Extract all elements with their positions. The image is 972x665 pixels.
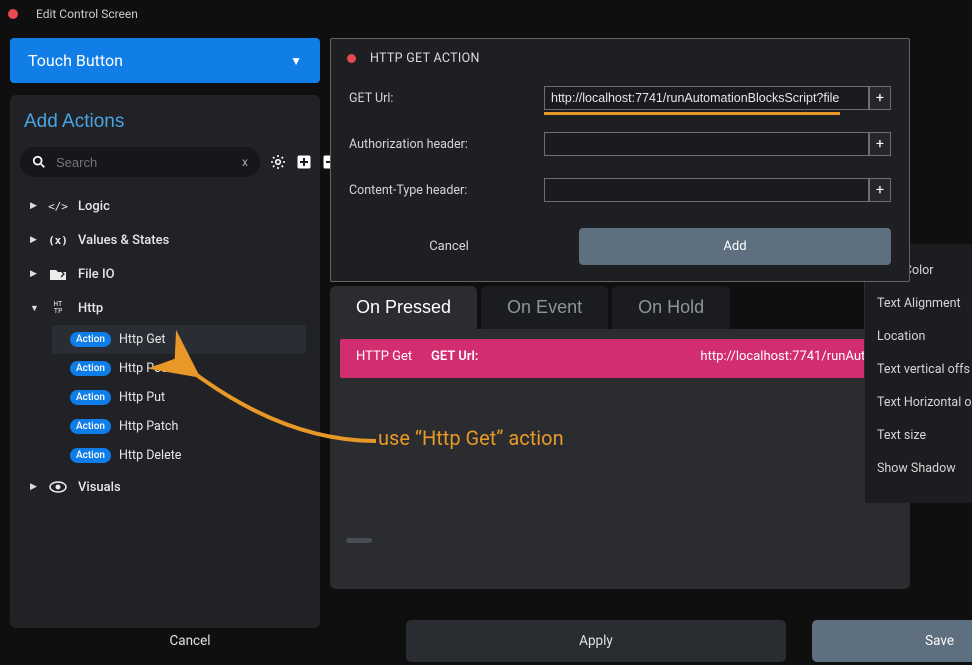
- action-badge: Action: [70, 448, 111, 463]
- clear-search-button[interactable]: x: [242, 155, 248, 169]
- prop-text-horizontal-offset[interactable]: Text Horizontal o: [877, 386, 972, 419]
- tab-on-event[interactable]: On Event: [481, 286, 608, 329]
- action-card-value: http://localhost:7741/runAutom: [700, 349, 884, 364]
- title-bar: Edit Control Screen: [0, 0, 972, 28]
- search-box[interactable]: x: [20, 147, 260, 177]
- eye-icon: [48, 479, 68, 495]
- action-badge: Action: [70, 419, 111, 434]
- chevron-right-icon: ▶: [30, 269, 38, 279]
- dialog-add-button[interactable]: Add: [579, 228, 891, 265]
- ctype-add-button[interactable]: +: [869, 178, 891, 202]
- tree-item-label: Http Delete: [119, 448, 181, 463]
- action-card-field: GET Url:: [431, 349, 478, 364]
- add-actions-heading: Add Actions: [24, 111, 310, 133]
- chevron-right-icon: ▶: [30, 235, 38, 245]
- window-title: Edit Control Screen: [36, 7, 138, 21]
- action-card-name: HTTP Get: [356, 349, 431, 364]
- dialog-title: HTTP GET ACTION: [370, 51, 480, 66]
- add-actions-panel: Add Actions x ▶ </> Logic: [10, 95, 320, 628]
- save-button[interactable]: Save: [812, 620, 972, 662]
- tree-cat-visuals[interactable]: ▶ Visuals: [20, 470, 306, 504]
- tree-cat-label: File IO: [78, 267, 115, 282]
- action-badge: Action: [70, 390, 111, 405]
- drag-handle[interactable]: [346, 538, 372, 543]
- action-badge: Action: [70, 332, 111, 347]
- tree-cat-http[interactable]: ▼ HTTP Http: [20, 291, 306, 325]
- action-card-http-get[interactable]: HTTP Get GET Url: http://localhost:7741/…: [340, 339, 900, 378]
- tree-cat-label: Http: [78, 301, 103, 316]
- prop-show-shadow[interactable]: Show Shadow: [877, 452, 972, 485]
- tree-item-http-post[interactable]: Action Http Post: [52, 354, 306, 383]
- bottom-bar: Cancel Apply Save: [0, 617, 972, 665]
- http-get-dialog: HTTP GET ACTION GET Url: + Authorization…: [330, 38, 910, 282]
- auth-label: Authorization header:: [349, 137, 544, 152]
- actions-tree: ▶ </> Logic ▶ (x) Values & States ▶ File…: [20, 189, 310, 612]
- tab-on-hold[interactable]: On Hold: [612, 286, 730, 329]
- tree-cat-label: Values & States: [78, 233, 169, 248]
- add-square-icon[interactable]: [296, 154, 312, 170]
- chevron-down-icon: ▼: [290, 54, 302, 68]
- tab-content: HTTP Get GET Url: http://localhost:7741/…: [330, 329, 910, 589]
- tree-cat-fileio[interactable]: ▶ File IO: [20, 257, 306, 291]
- tree-cat-values[interactable]: ▶ (x) Values & States: [20, 223, 306, 257]
- touch-button-label: Touch Button: [28, 51, 123, 70]
- cancel-button[interactable]: Cancel: [0, 619, 380, 663]
- tree-item-label: Http Get: [119, 332, 165, 347]
- chevron-right-icon: ▶: [30, 201, 38, 211]
- properties-panel: Text Color Text Alignment Location Text …: [864, 244, 972, 503]
- http-icon: HTTP: [48, 300, 68, 316]
- ctype-input[interactable]: [544, 178, 869, 202]
- prop-text-vertical-offset[interactable]: Text vertical offs: [877, 353, 972, 386]
- search-input[interactable]: [56, 155, 232, 170]
- apply-button[interactable]: Apply: [406, 620, 786, 662]
- tree-item-label: Http Patch: [119, 419, 178, 434]
- prop-location[interactable]: Location: [877, 320, 972, 353]
- tree-item-http-patch[interactable]: Action Http Patch: [52, 412, 306, 441]
- gear-icon[interactable]: [270, 154, 286, 170]
- file-icon: [48, 266, 68, 282]
- auth-input[interactable]: [544, 132, 869, 156]
- url-label: GET Url:: [349, 91, 544, 106]
- variable-icon: (x): [48, 232, 68, 248]
- code-icon: </>: [48, 198, 68, 214]
- url-add-button[interactable]: +: [869, 86, 891, 110]
- dialog-status-dot: [347, 54, 356, 63]
- close-window-dot[interactable]: [8, 9, 18, 19]
- chevron-right-icon: ▶: [30, 482, 38, 492]
- highlight-underline: [544, 112, 840, 115]
- tree-cat-logic[interactable]: ▶ </> Logic: [20, 189, 306, 223]
- url-input[interactable]: [544, 86, 869, 110]
- chevron-down-icon: ▼: [30, 303, 38, 314]
- tree-cat-label: Logic: [78, 199, 110, 214]
- tree-item-http-put[interactable]: Action Http Put: [52, 383, 306, 412]
- tree-item-http-get[interactable]: Action Http Get: [52, 325, 306, 354]
- search-icon: [32, 155, 46, 169]
- dialog-cancel-button[interactable]: Cancel: [349, 229, 549, 264]
- tab-on-pressed[interactable]: On Pressed: [330, 286, 477, 329]
- auth-add-button[interactable]: +: [869, 132, 891, 156]
- event-tabs: On Pressed On Event On Hold: [330, 286, 910, 329]
- action-badge: Action: [70, 361, 111, 376]
- prop-text-alignment[interactable]: Text Alignment: [877, 287, 972, 320]
- tree-item-label: Http Put: [119, 390, 165, 405]
- prop-text-size[interactable]: Text size: [877, 419, 972, 452]
- ctype-label: Content-Type header:: [349, 183, 544, 198]
- touch-button-dropdown[interactable]: Touch Button ▼: [10, 38, 320, 83]
- tree-item-label: Http Post: [119, 361, 172, 376]
- tree-cat-label: Visuals: [78, 480, 121, 495]
- tree-item-http-delete[interactable]: Action Http Delete: [52, 441, 306, 470]
